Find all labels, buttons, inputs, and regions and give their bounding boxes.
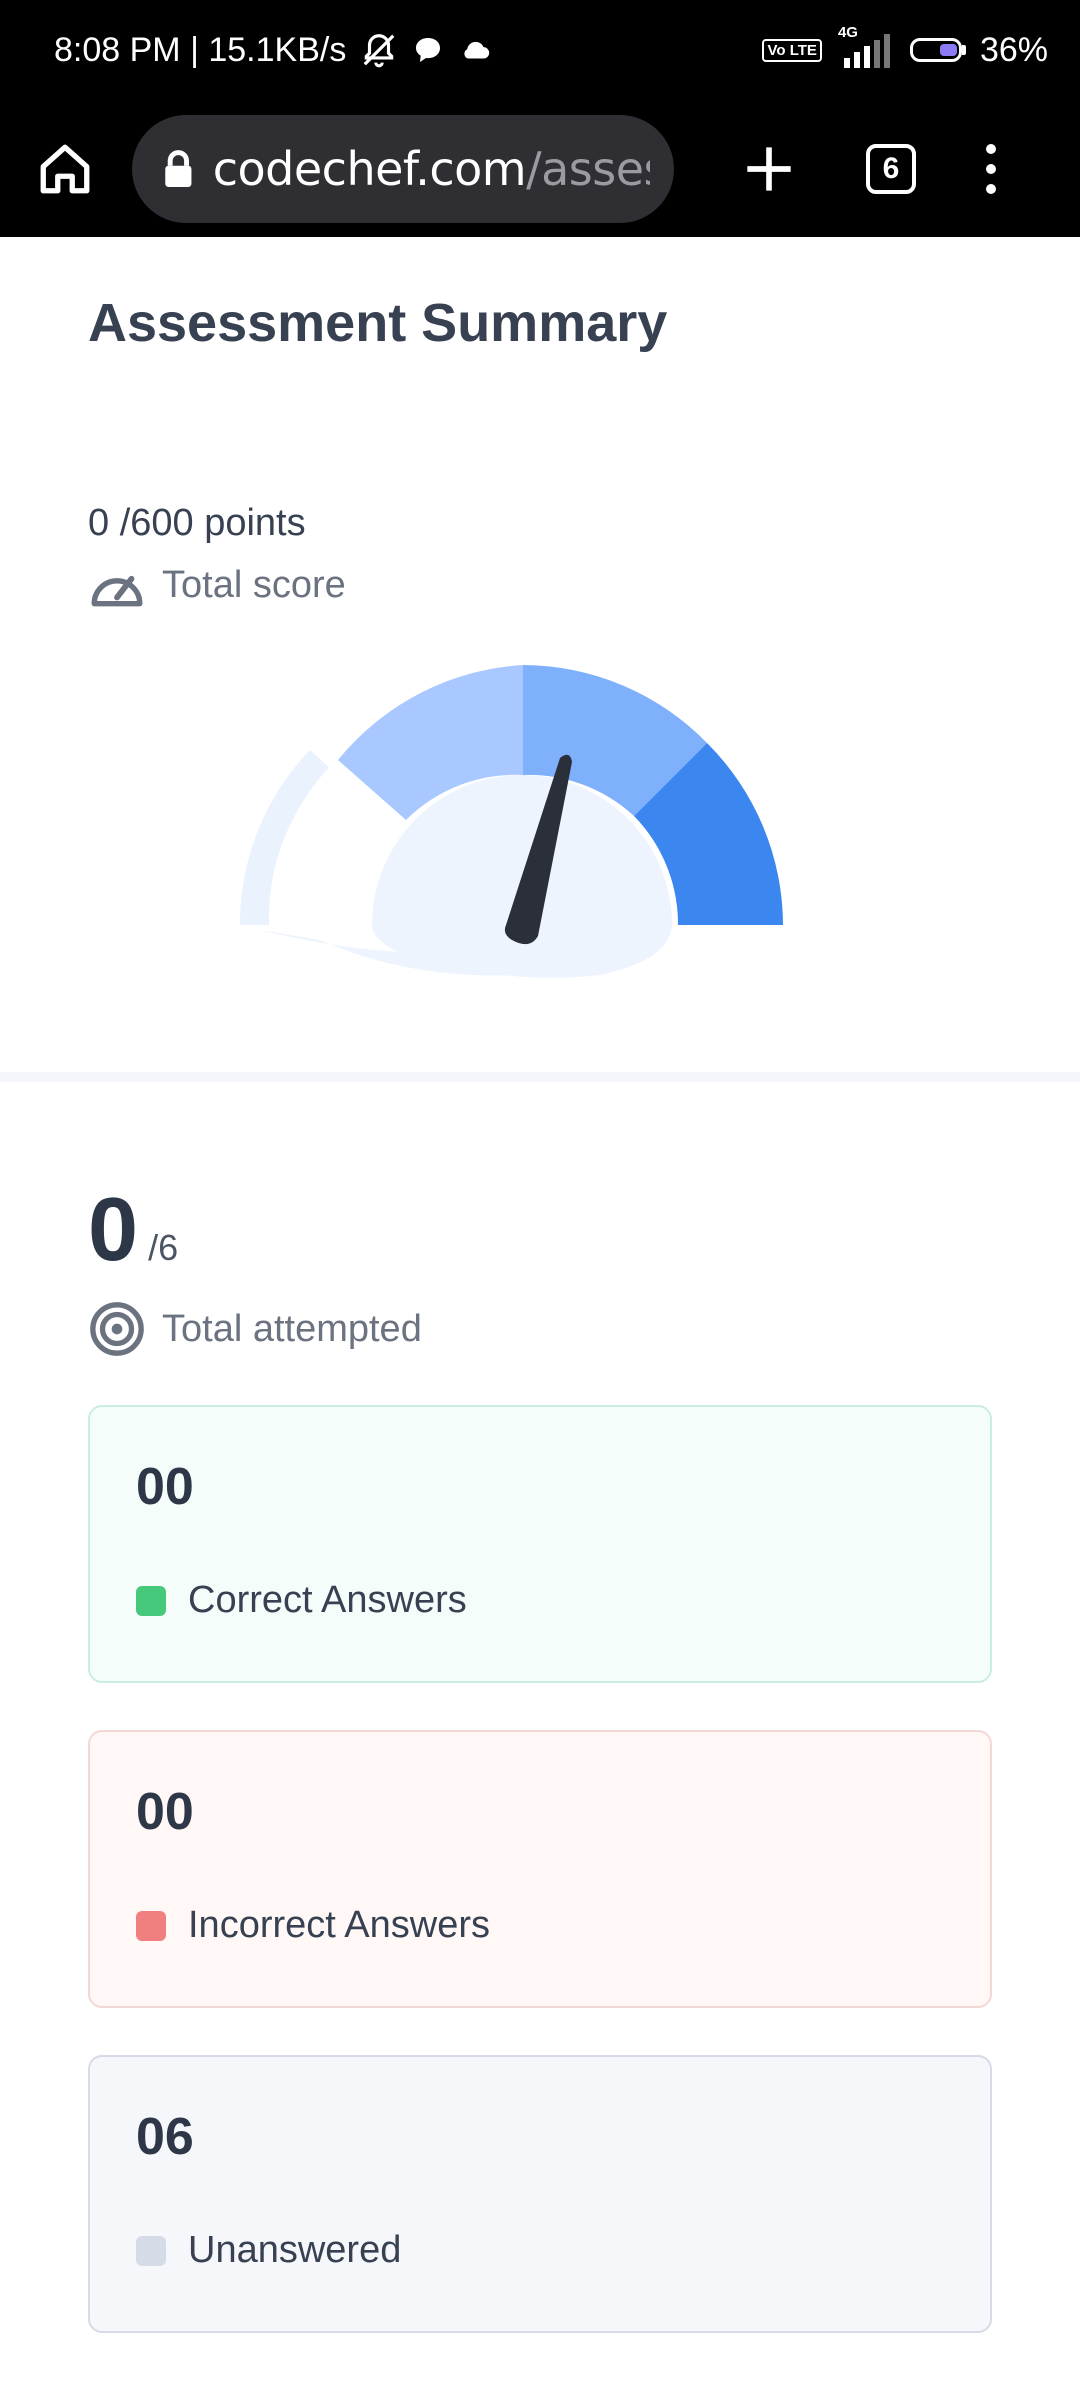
- target-icon: [90, 1302, 144, 1356]
- unanswered-color-icon: [136, 2235, 166, 2266]
- more-vert-icon[interactable]: [976, 134, 1006, 204]
- bell-off-icon: [360, 31, 398, 69]
- url-text: codechef.com/asses: [213, 142, 650, 196]
- section-divider: [0, 1072, 1080, 1082]
- home-button[interactable]: [24, 128, 106, 210]
- battery-percent: 36%: [979, 30, 1048, 69]
- volte-badge: Vo LTE: [762, 38, 822, 62]
- score-label-row: Total score: [88, 560, 346, 610]
- incorrect-answers-card: 00 Incorrect Answers: [88, 1730, 992, 2008]
- correct-answers-card: 00 Correct Answers: [88, 1405, 992, 1683]
- status-bar: 8:08 PM | 15.1KB/s Vo LTE 4G 36%: [0, 0, 1080, 100]
- attempted-total: /6: [148, 1227, 179, 1268]
- unanswered-label: Unanswered: [188, 2229, 402, 2271]
- url-path: /asses: [526, 141, 650, 196]
- browser-toolbar: codechef.com/asses 6: [0, 100, 1080, 237]
- url-host: codechef.com: [212, 141, 527, 196]
- incorrect-count: 00: [136, 1783, 194, 1841]
- attempted-label-row: Total attempted: [88, 1300, 422, 1358]
- battery-icon: [909, 38, 966, 62]
- signal-icon: 4G: [836, 24, 896, 70]
- home-icon: [40, 144, 90, 193]
- speedometer-icon: [91, 575, 143, 607]
- cloud-icon: [458, 33, 492, 67]
- lock-icon: [165, 149, 192, 187]
- correct-count: 00: [136, 1458, 194, 1516]
- chat-bubble-icon: [412, 34, 444, 66]
- score-gauge: [239, 665, 783, 978]
- page-title: Assessment Summary: [88, 293, 668, 353]
- status-right: Vo LTE 4G 36%: [762, 24, 1048, 70]
- status-left: 8:08 PM | 15.1KB/s: [54, 31, 492, 70]
- incorrect-label-row: Incorrect Answers: [136, 1904, 990, 1947]
- attempted-label: Total attempted: [162, 1307, 422, 1350]
- correct-label: Correct Answers: [188, 1579, 467, 1621]
- attempted-count: 0: [88, 1180, 139, 1280]
- correct-label-row: Correct Answers: [136, 1579, 990, 1622]
- score-label: Total score: [162, 563, 346, 606]
- address-bar[interactable]: codechef.com/asses: [132, 114, 674, 223]
- network-type: 4G: [837, 24, 858, 41]
- new-tab-button[interactable]: [734, 134, 804, 204]
- tab-count: 6: [882, 151, 900, 185]
- incorrect-color-icon: [136, 1910, 166, 1941]
- plus-icon: [747, 146, 791, 191]
- unanswered-label-row: Unanswered: [136, 2229, 990, 2272]
- attempted-count-row: 0 /6: [88, 1185, 178, 1275]
- unanswered-card: 06 Unanswered: [88, 2055, 992, 2333]
- correct-color-icon: [136, 1585, 166, 1616]
- incorrect-label: Incorrect Answers: [188, 1904, 490, 1946]
- status-time: 8:08 PM | 15.1KB/s: [54, 30, 347, 69]
- score-text: 0 /600 points: [88, 502, 306, 544]
- tabs-icon[interactable]: 6: [866, 143, 916, 194]
- unanswered-count: 06: [136, 2108, 194, 2166]
